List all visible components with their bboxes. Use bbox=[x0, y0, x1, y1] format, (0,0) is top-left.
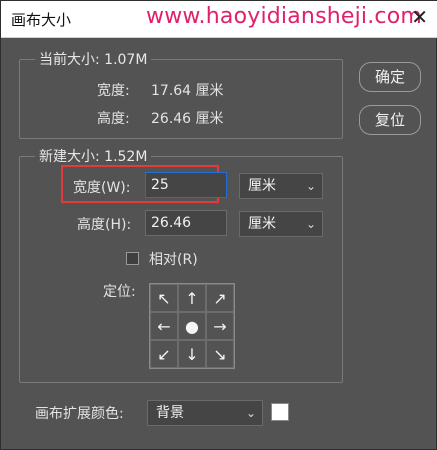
current-size-legend: 当前大小: 1.07M bbox=[35, 49, 152, 69]
canvas-size-dialog: 画布大小 www.haoyidiansheji.com ✕ 当前大小: 1.07… bbox=[0, 0, 437, 450]
current-width-label: 宽度: bbox=[97, 83, 130, 99]
height-unit-select[interactable]: 厘米 ⌄ bbox=[239, 211, 323, 237]
anchor-bottom-right-button[interactable]: ↘ bbox=[206, 340, 234, 368]
reset-button[interactable]: 复位 bbox=[359, 105, 421, 135]
extension-color-swatch[interactable] bbox=[271, 403, 289, 421]
height-unit-value: 厘米 bbox=[248, 216, 276, 232]
extension-color-select[interactable]: 背景 ⌄ bbox=[147, 400, 263, 426]
anchor-bottom-left-button[interactable]: ↙ bbox=[150, 340, 178, 368]
extension-color-label: 画布扩展颜色: bbox=[35, 406, 124, 422]
anchor-left-button[interactable]: ← bbox=[150, 312, 178, 340]
anchor-bottom-button[interactable]: ↓ bbox=[178, 340, 206, 368]
chevron-down-icon: ⌄ bbox=[305, 179, 316, 193]
close-icon[interactable]: ✕ bbox=[411, 6, 428, 28]
relative-label: 相对(R) bbox=[149, 252, 198, 268]
chevron-down-icon: ⌄ bbox=[305, 217, 316, 231]
relative-checkbox[interactable] bbox=[126, 252, 139, 265]
anchor-top-button[interactable]: ↑ bbox=[178, 284, 206, 312]
width-unit-value: 厘米 bbox=[248, 178, 276, 194]
new-height-label: 高度(H): bbox=[77, 217, 132, 233]
width-input[interactable]: 25 bbox=[145, 172, 227, 198]
anchor-right-button[interactable]: → bbox=[206, 312, 234, 340]
anchor-top-right-button[interactable]: ↗ bbox=[206, 284, 234, 312]
anchor-center-button[interactable]: ● bbox=[178, 312, 206, 340]
extension-color-value: 背景 bbox=[156, 405, 184, 421]
window-title: 画布大小 bbox=[11, 11, 72, 29]
ok-button[interactable]: 确定 bbox=[359, 62, 421, 92]
current-height-value: 26.46 厘米 bbox=[151, 111, 224, 127]
width-unit-select[interactable]: 厘米 ⌄ bbox=[239, 173, 323, 199]
new-width-label: 宽度(W): bbox=[73, 180, 131, 196]
current-width-value: 17.64 厘米 bbox=[151, 83, 224, 99]
anchor-top-left-button[interactable]: ↖ bbox=[150, 284, 178, 312]
new-size-legend: 新建大小: 1.52M bbox=[35, 146, 152, 166]
chevron-down-icon: ⌄ bbox=[245, 406, 256, 420]
current-height-label: 高度: bbox=[97, 111, 130, 127]
height-input[interactable]: 26.46 bbox=[145, 210, 227, 236]
watermark-text: www.haoyidiansheji.com bbox=[146, 4, 423, 29]
title-bar: 画布大小 www.haoyidiansheji.com ✕ bbox=[1, 1, 437, 38]
anchor-label: 定位: bbox=[103, 284, 136, 300]
anchor-grid: ↖ ↑ ↗ ← ● → ↙ ↓ ↘ bbox=[149, 283, 235, 369]
